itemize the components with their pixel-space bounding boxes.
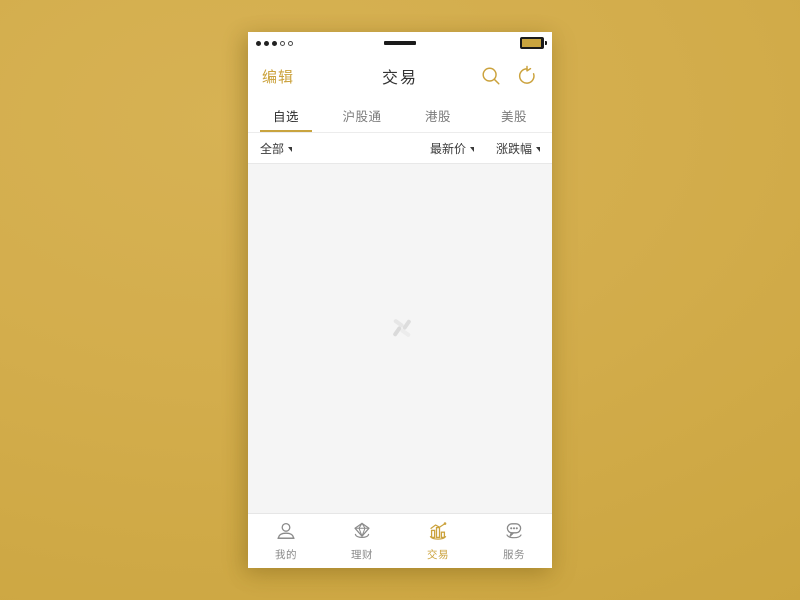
tab-label: 沪股通 [342,108,382,124]
app-header: 编辑 交易 [248,54,552,98]
edit-button[interactable]: 编辑 [262,66,294,87]
search-icon[interactable] [480,65,502,87]
bottom-nav-finance[interactable]: 理财 [324,520,400,562]
refresh-icon[interactable] [516,65,538,87]
status-bar [248,32,552,54]
battery-fill [522,39,541,47]
bottom-nav-label: 理财 [351,549,373,561]
person-icon [277,522,295,539]
tab-label: 港股 [424,108,451,124]
tab-label: 美股 [500,108,527,124]
battery-icon [520,37,547,49]
signal-dot-empty [280,40,285,46]
filter-bar: 全部 最新价 涨跌幅 [248,133,552,164]
category-tabs: 自选 沪股通 港股 美股 [248,98,552,133]
filter-latest-price[interactable]: 最新价 [430,140,474,157]
bottom-nav-trade[interactable]: 交易 [400,520,476,562]
phone-mockup: 编辑 交易 自选 沪股通 港股 美股 全部 最新价 涨跌幅 我的 理财 交易 服… [248,32,552,568]
bottom-nav-label: 交易 [427,549,449,561]
tab-hugutong[interactable]: 沪股通 [324,98,400,132]
tab-zixuan[interactable]: 自选 [248,98,324,132]
loading-spinner-icon [378,306,422,350]
signal-dot [256,40,261,46]
stock-list-area [248,164,552,513]
signal-dot [272,40,277,46]
tab-hkstock[interactable]: 港股 [400,98,476,132]
bottom-nav-label: 服务 [503,549,525,561]
header-actions [480,65,538,87]
bottom-tab-bar: 我的 理财 交易 服务 [248,513,552,568]
bottom-nav-service[interactable]: 服务 [476,520,552,562]
filter-label: 涨跌幅 [495,141,532,156]
diamond-icon [354,522,370,538]
caret-down-icon [536,147,540,152]
caret-down-icon [469,147,474,152]
chat-bubble-icon [506,523,522,539]
filter-all[interactable]: 全部 [260,140,293,157]
tab-usstock[interactable]: 美股 [476,98,552,132]
filter-label: 全部 [260,141,285,156]
tab-label: 自选 [272,108,299,124]
filter-label: 最新价 [429,141,466,156]
signal-strength-icon [256,40,293,46]
page-title: 交易 [381,68,419,87]
status-center-redacted-bar [384,41,416,45]
signal-dot [264,40,269,46]
bar-chart-icon [429,522,447,540]
signal-dot-empty [288,40,293,46]
bottom-nav-label: 我的 [275,549,297,561]
caret-down-icon [288,147,293,152]
filter-change-percent[interactable]: 涨跌幅 [496,140,540,157]
bottom-nav-mine[interactable]: 我的 [248,520,324,562]
